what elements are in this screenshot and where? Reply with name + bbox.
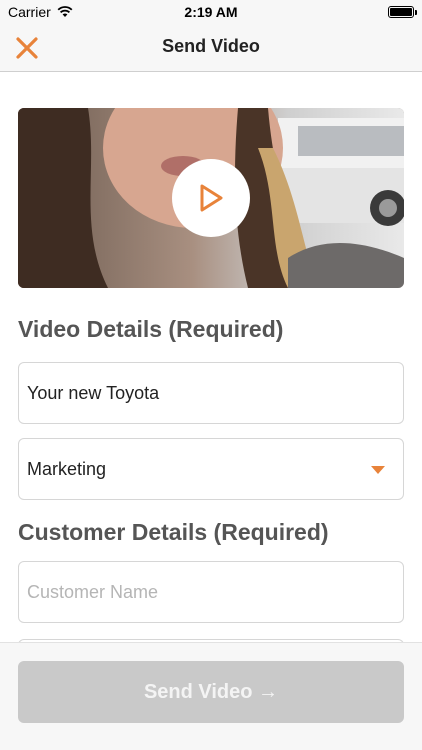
nav-bar: Send Video: [0, 24, 422, 72]
video-category-value: Marketing: [27, 458, 107, 479]
battery-icon: [388, 6, 417, 18]
customer-details-heading: Customer Details (Required): [18, 519, 329, 545]
video-title-input[interactable]: [27, 382, 395, 404]
send-video-button[interactable]: Send Video →: [18, 661, 404, 723]
page-title: Send Video: [162, 36, 260, 56]
send-video-screen: Carrier 2:19 AM Send Video Video Details…: [0, 0, 422, 750]
status-time: 2:19 AM: [184, 4, 238, 20]
customer-name-input[interactable]: [27, 581, 395, 603]
play-button[interactable]: [172, 159, 250, 237]
video-title-field[interactable]: [18, 362, 404, 424]
customer-name-field[interactable]: [18, 561, 404, 623]
status-bar: Carrier 2:19 AM: [0, 0, 422, 24]
play-icon: [200, 184, 223, 212]
video-category-select[interactable]: Marketing: [18, 438, 404, 500]
video-preview[interactable]: [18, 108, 404, 288]
dropdown-arrow-icon: [371, 466, 385, 474]
video-details-heading: Video Details (Required): [18, 316, 284, 342]
